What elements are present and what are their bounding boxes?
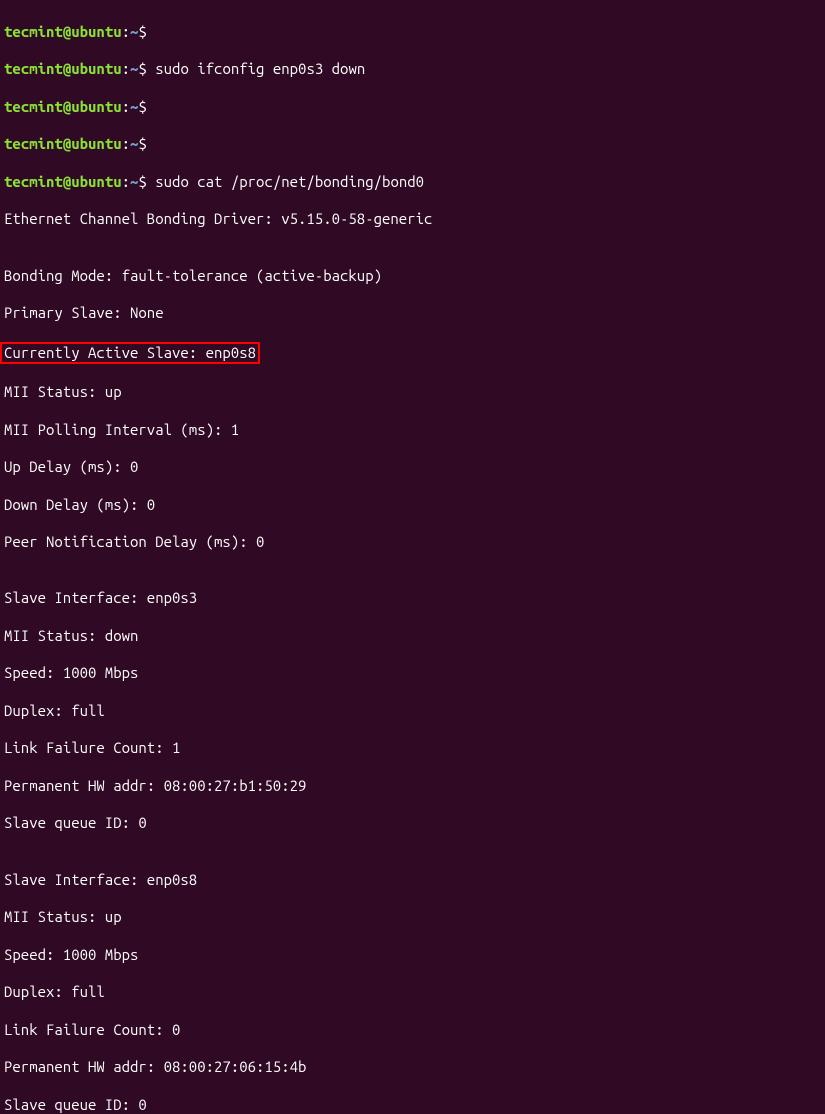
output-slave2-queue: Slave queue ID: 0: [4, 1096, 821, 1114]
output-slave2-failure: Link Failure Count: 0: [4, 1021, 821, 1040]
prompt-colon: :: [122, 173, 130, 190]
command-input[interactable]: sudo ifconfig enp0s3 down: [147, 60, 365, 77]
output-driver: Ethernet Channel Bonding Driver: v5.15.0…: [4, 210, 821, 229]
output-peer-notification: Peer Notification Delay (ms): 0: [4, 533, 821, 552]
prompt-user: tecmint: [4, 23, 63, 40]
output-slave1-mii: MII Status: down: [4, 627, 821, 646]
command-input[interactable]: sudo cat /proc/net/bonding/bond0: [147, 173, 424, 190]
output-slave2-mii: MII Status: up: [4, 908, 821, 927]
prompt-user: tecmint: [4, 60, 63, 77]
output-mii-status: MII Status: up: [4, 383, 821, 402]
output-primary-slave: Primary Slave: None: [4, 304, 821, 323]
prompt-at: @: [63, 173, 71, 190]
output-slave1-queue: Slave queue ID: 0: [4, 814, 821, 833]
prompt-line-2: tecmint@ubuntu:~$ sudo ifconfig enp0s3 d…: [4, 60, 821, 79]
output-slave2-hwaddr: Permanent HW addr: 08:00:27:06:15:4b: [4, 1058, 821, 1077]
output-slave1-hwaddr: Permanent HW addr: 08:00:27:b1:50:29: [4, 777, 821, 796]
prompt-colon: :: [122, 60, 130, 77]
highlight-box: Currently Active Slave: enp0s8: [0, 342, 260, 365]
output-slave1-failure: Link Failure Count: 1: [4, 739, 821, 758]
prompt-line-1: tecmint@ubuntu:~$: [4, 23, 821, 42]
output-slave1-speed: Speed: 1000 Mbps: [4, 664, 821, 683]
prompt-colon: :: [122, 135, 130, 152]
output-up-delay: Up Delay (ms): 0: [4, 458, 821, 477]
prompt-host: ubuntu: [71, 135, 121, 152]
output-slave1-interface: Slave Interface: enp0s3: [4, 589, 821, 608]
prompt-host: ubuntu: [71, 98, 121, 115]
prompt-line-4: tecmint@ubuntu:~$: [4, 135, 821, 154]
prompt-colon: :: [122, 23, 130, 40]
prompt-dollar: $: [138, 173, 146, 190]
output-active-slave: Currently Active Slave: enp0s8: [4, 344, 256, 361]
output-active-slave-wrapper: Currently Active Slave: enp0s8: [4, 342, 821, 365]
prompt-colon: :: [122, 98, 130, 115]
prompt-user: tecmint: [4, 135, 63, 152]
prompt-line-5: tecmint@ubuntu:~$ sudo cat /proc/net/bon…: [4, 173, 821, 192]
prompt-at: @: [63, 135, 71, 152]
prompt-dollar: $: [138, 60, 146, 77]
output-mii-polling: MII Polling Interval (ms): 1: [4, 421, 821, 440]
prompt-user: tecmint: [4, 173, 63, 190]
output-slave2-interface: Slave Interface: enp0s8: [4, 871, 821, 890]
output-slave2-duplex: Duplex: full: [4, 983, 821, 1002]
prompt-dollar: $: [138, 23, 146, 40]
terminal-window[interactable]: tecmint@ubuntu:~$ tecmint@ubuntu:~$ sudo…: [4, 4, 821, 1114]
prompt-at: @: [63, 23, 71, 40]
prompt-at: @: [63, 60, 71, 77]
output-bonding-mode: Bonding Mode: fault-tolerance (active-ba…: [4, 267, 821, 286]
output-slave2-speed: Speed: 1000 Mbps: [4, 946, 821, 965]
prompt-host: ubuntu: [71, 173, 121, 190]
prompt-at: @: [63, 98, 71, 115]
prompt-user: tecmint: [4, 98, 63, 115]
prompt-line-3: tecmint@ubuntu:~$: [4, 98, 821, 117]
prompt-host: ubuntu: [71, 60, 121, 77]
prompt-host: ubuntu: [71, 23, 121, 40]
output-down-delay: Down Delay (ms): 0: [4, 496, 821, 515]
prompt-dollar: $: [138, 98, 146, 115]
output-slave1-duplex: Duplex: full: [4, 702, 821, 721]
prompt-dollar: $: [138, 135, 146, 152]
